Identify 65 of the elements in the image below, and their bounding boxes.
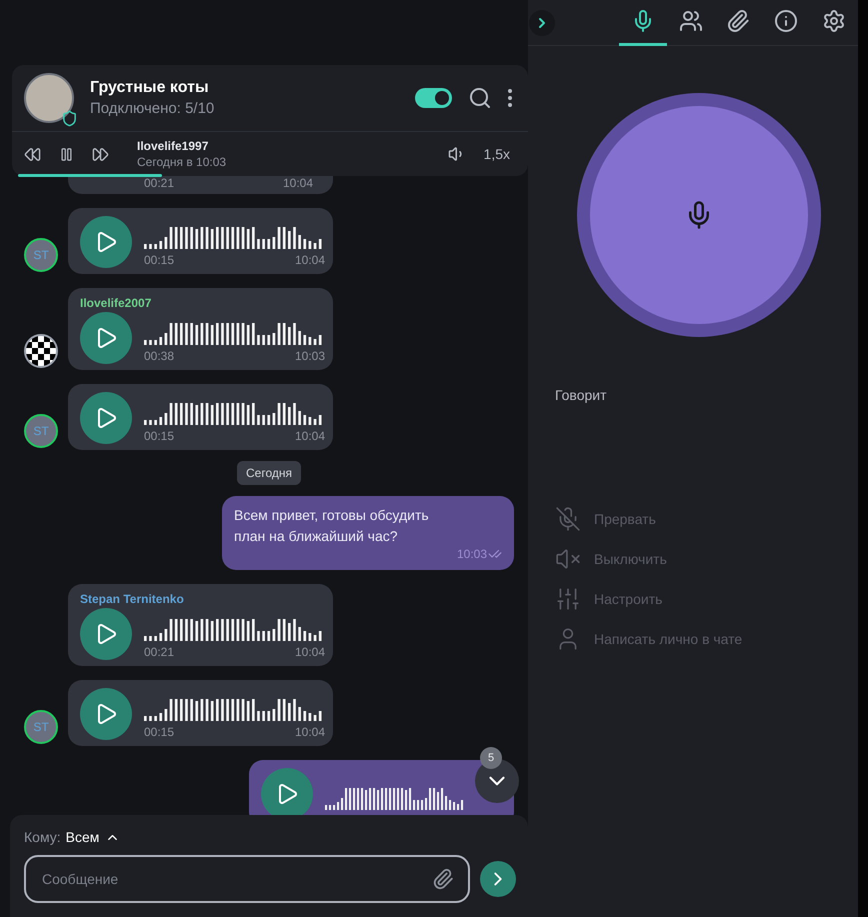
rewind-icon [24,146,41,162]
player-time: Сегодня в 10:03 [137,155,228,169]
more-menu-button[interactable] [508,89,512,107]
action-label: Написать лично в чате [594,631,742,647]
info-icon [774,9,798,33]
message-time: 10:04 [294,253,325,267]
rewind-button[interactable] [24,146,41,162]
search-icon [468,86,492,110]
playback-speed[interactable]: 1,5x [484,146,510,162]
send-button[interactable] [480,861,516,897]
fast-forward-icon [92,146,109,162]
message-text: Всем привет, готовы обсудить план на ближайший час? [234,506,430,546]
message-time: 10:04 [294,429,325,443]
interrupt-icon [555,506,581,532]
action-label: Настроить [594,591,662,607]
search-button[interactable] [468,86,492,110]
action-label: Выключить [594,551,667,567]
speaking-label: Говорит [555,387,608,403]
attachments-icon [726,9,750,33]
voice-duration: 00:15 [144,253,174,267]
message-input[interactable]: Сообщение [40,870,432,888]
voice-duration: 00:15 [144,429,174,443]
play-button[interactable] [80,608,132,660]
user-avatar: ST [24,710,58,744]
participant-action[interactable]: Прервать [555,499,858,539]
message-time: 10:03 [294,349,325,363]
voice-duration: 00:21 [144,176,174,190]
message-field[interactable]: Сообщение [24,855,470,903]
sender-name: Ilovelife2007 [80,296,152,310]
unread-count: 5 [480,747,502,769]
sender-name: Stepan Ternitenko [80,592,185,606]
connected-count: Подключено: 5/10 [90,100,216,117]
play-button[interactable] [261,768,313,815]
user-avatar: ST [24,414,58,448]
collapse-panel-button[interactable] [529,10,555,36]
chat-title: Грустные коты [90,79,210,97]
recipient-dropdown[interactable]: Всем [66,829,120,845]
participant-action[interactable]: Написать лично в чате [555,619,858,659]
message-time: 10:03 [456,547,487,561]
voice-duration: 00:21 [144,645,174,659]
play-button[interactable] [80,392,132,444]
play-button[interactable] [80,216,132,268]
play-button[interactable] [80,688,132,740]
pause-button[interactable] [59,146,74,162]
fast-forward-button[interactable] [92,146,109,162]
voice-duration: 00:38 [144,349,174,363]
action-label: Прервать [594,511,656,527]
date-label: Сегодня [237,461,301,485]
pause-icon [59,146,74,162]
adjust-icon [555,586,581,612]
attach-icon[interactable] [432,868,454,890]
participants-icon [678,9,703,33]
settings-icon [822,9,846,33]
participant-action[interactable]: Настроить [555,579,858,619]
voice-duration: 00:15 [144,725,174,739]
participant-action[interactable]: Выключить [555,539,858,579]
user-avatar: ST [24,238,58,272]
play-button[interactable] [80,312,132,364]
menu-icon [508,89,512,107]
recipient-label: Кому: [24,829,61,845]
player-author: Ilovelife1997 [137,139,210,153]
toggle-switch[interactable] [415,88,452,108]
message-time: 10:04 [294,645,325,659]
message-time: 10:04 [282,176,313,190]
message-time: 10:04 [294,725,325,739]
